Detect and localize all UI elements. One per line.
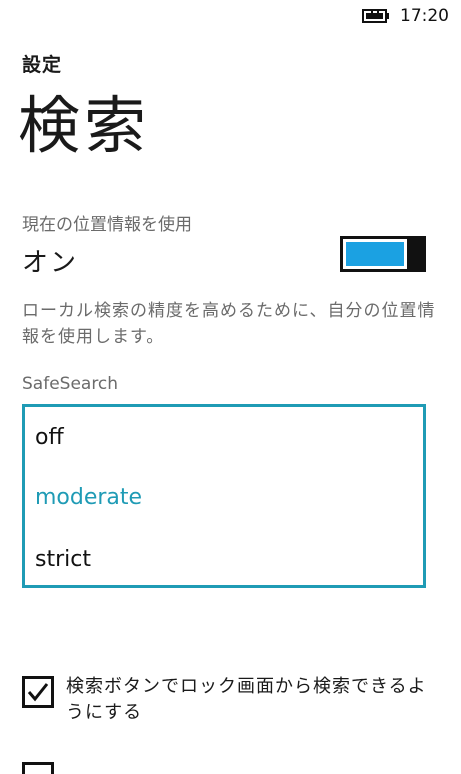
status-bar: 17:20 — [0, 0, 461, 32]
safesearch-option-moderate[interactable]: moderate — [35, 485, 142, 510]
location-toggle-switch[interactable] — [340, 236, 426, 272]
location-description: ローカル検索の精度を高めるために、自分の位置情報を使用します。 — [22, 301, 436, 347]
lock-screen-search-checkbox[interactable] — [22, 676, 54, 708]
battery-charging-icon — [362, 9, 389, 23]
toggle-thumb[interactable] — [408, 236, 426, 272]
toggle-fill — [346, 242, 404, 266]
lock-screen-search-label: 検索ボタンでロック画面から検索できるようにする — [66, 676, 427, 723]
checkmark-icon — [27, 683, 49, 702]
page-title: 検索 — [18, 89, 151, 162]
location-toggle-state: オン — [22, 248, 79, 278]
clock: 17:20 — [400, 6, 449, 26]
safesearch-option-strict[interactable]: strict — [35, 547, 91, 572]
app-title: 設定 — [22, 54, 63, 76]
safesearch-list: off moderate strict — [22, 404, 426, 588]
safesearch-option-off[interactable]: off — [35, 425, 64, 450]
location-setting-label: 現在の位置情報を使用 — [22, 215, 192, 235]
safesearch-label: SafeSearch — [22, 374, 119, 394]
next-setting-checkbox[interactable] — [22, 762, 54, 774]
